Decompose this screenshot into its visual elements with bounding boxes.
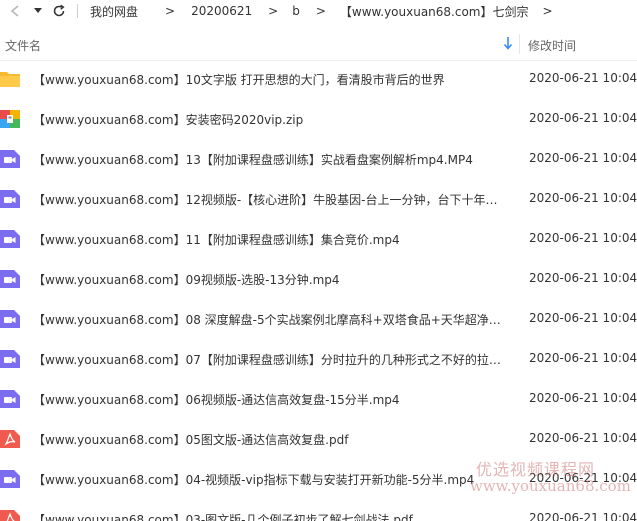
toolbar-divider (77, 4, 78, 18)
file-modified-time: 2020-06-21 10:04 (529, 151, 637, 165)
sort-down-arrow-icon[interactable] (503, 36, 513, 53)
file-row[interactable]: 【www.youxuan68.com】13【附加课程盘感训练】实战看盘案例解析m… (0, 140, 637, 180)
breadcrumb-bar: 我的网盘 > 20200621 > b > 【www.youxuan68.com… (0, 0, 637, 22)
zip-archive-icon (0, 109, 20, 129)
file-name[interactable]: 【www.youxuan68.com】12视频版-【核心进阶】牛股基因-台上一分… (33, 191, 505, 208)
file-row[interactable]: 【www.youxuan68.com】07【附加课程盘感训练】分时拉升的几种形式… (0, 340, 637, 380)
refresh-icon[interactable] (51, 2, 67, 20)
file-modified-time: 2020-06-21 10:04 (529, 311, 637, 325)
file-modified-time: 2020-06-21 10:04 (529, 351, 637, 365)
breadcrumb-item-date-folder[interactable]: 20200621 (191, 4, 252, 18)
column-name-header[interactable]: 文件名 (5, 37, 41, 54)
file-row[interactable]: 【www.youxuan68.com】10文字版 打开思想的大门，看清股市背后的… (0, 60, 637, 100)
file-row[interactable]: 【www.youxuan68.com】05图文版-通达信高效复盘.pdf 2020… (0, 420, 637, 460)
back-arrow-icon[interactable] (7, 2, 23, 20)
file-modified-time: 2020-06-21 10:04 (529, 191, 637, 205)
file-name[interactable]: 【www.youxuan68.com】13【附加课程盘感训练】实战看盘案例解析m… (33, 151, 505, 168)
file-modified-time: 2020-06-21 10:04 (529, 471, 637, 485)
file-name[interactable]: 【www.youxuan68.com】05图文版-通达信高效复盘.pdf (33, 431, 505, 448)
file-modified-time: 2020-06-21 10:04 (529, 111, 637, 125)
file-row[interactable]: 【www.youxuan68.com】安装密码2020vip.zip 2020-0… (0, 100, 637, 140)
caret-down-icon[interactable] (33, 2, 43, 20)
file-row[interactable]: 【www.youxuan68.com】09视频版-选股-13分钟.mp4 2020… (0, 260, 637, 300)
file-row[interactable]: 【www.youxuan68.com】04-视频版-vip指标下载与安装打开新功… (0, 460, 637, 500)
file-modified-time: 2020-06-21 10:04 (529, 71, 637, 85)
breadcrumb-separator: > (165, 4, 176, 18)
file-modified-time: 2020-06-21 10:04 (529, 271, 637, 285)
breadcrumb-item-current[interactable]: 【www.youxuan68.com】七剑宗 (340, 3, 529, 20)
file-name[interactable]: 【www.youxuan68.com】06视频版-通达信高效复盘-15分半.mp… (33, 391, 505, 408)
pdf-file-icon (0, 429, 20, 449)
column-header: 文件名 修改时间 (0, 28, 637, 61)
file-row[interactable]: 【www.youxuan68.com】06视频版-通达信高效复盘-15分半.mp… (0, 380, 637, 420)
video-file-icon (0, 269, 20, 289)
file-modified-time: 2020-06-21 10:04 (529, 511, 637, 521)
video-file-icon (0, 389, 20, 409)
video-file-icon (0, 149, 20, 169)
video-file-icon (0, 189, 20, 209)
file-name[interactable]: 【www.youxuan68.com】安装密码2020vip.zip (33, 111, 505, 128)
file-name[interactable]: 【www.youxuan68.com】07【附加课程盘感训练】分时拉升的几种形式… (33, 351, 505, 368)
file-row[interactable]: 【www.youxuan68.com】12视频版-【核心进阶】牛股基因-台上一分… (0, 180, 637, 220)
column-time-header[interactable]: 修改时间 (528, 37, 576, 54)
file-name[interactable]: 【www.youxuan68.com】09视频版-选股-13分钟.mp4 (33, 271, 505, 288)
folder-icon (0, 69, 20, 89)
file-row[interactable]: 【www.youxuan68.com】11【附加课程盘感训练】集合竞价.mp4 2… (0, 220, 637, 260)
video-file-icon (0, 309, 20, 329)
video-file-icon (0, 349, 20, 369)
breadcrumb-separator: > (542, 4, 553, 18)
file-name[interactable]: 【www.youxuan68.com】03-图文版-几个例子初步了解七剑战法.p… (33, 511, 505, 521)
breadcrumb-separator: > (315, 4, 326, 18)
file-name[interactable]: 【www.youxuan68.com】04-视频版-vip指标下载与安装打开新功… (33, 471, 505, 488)
breadcrumb-item-home[interactable]: 我的网盘 (90, 3, 138, 20)
file-row[interactable]: 【www.youxuan68.com】03-图文版-几个例子初步了解七剑战法.p… (0, 500, 637, 521)
video-file-icon (0, 469, 20, 489)
file-name[interactable]: 【www.youxuan68.com】08 深度解盘-5个实战案例北摩高科+双塔… (33, 311, 505, 328)
breadcrumb-item-b[interactable]: b (292, 4, 300, 18)
column-divider[interactable] (519, 34, 520, 54)
pdf-file-icon (0, 509, 20, 521)
file-modified-time: 2020-06-21 10:04 (529, 431, 637, 445)
file-name[interactable]: 【www.youxuan68.com】10文字版 打开思想的大门，看清股市背后的… (33, 71, 505, 88)
video-file-icon (0, 229, 20, 249)
file-browser: 我的网盘 > 20200621 > b > 【www.youxuan68.com… (0, 0, 637, 521)
file-name[interactable]: 【www.youxuan68.com】11【附加课程盘感训练】集合竞价.mp4 (33, 231, 505, 248)
file-modified-time: 2020-06-21 10:04 (529, 391, 637, 405)
breadcrumb-separator: > (268, 4, 279, 18)
file-modified-time: 2020-06-21 10:04 (529, 231, 637, 245)
file-row[interactable]: 【www.youxuan68.com】08 深度解盘-5个实战案例北摩高科+双塔… (0, 300, 637, 340)
